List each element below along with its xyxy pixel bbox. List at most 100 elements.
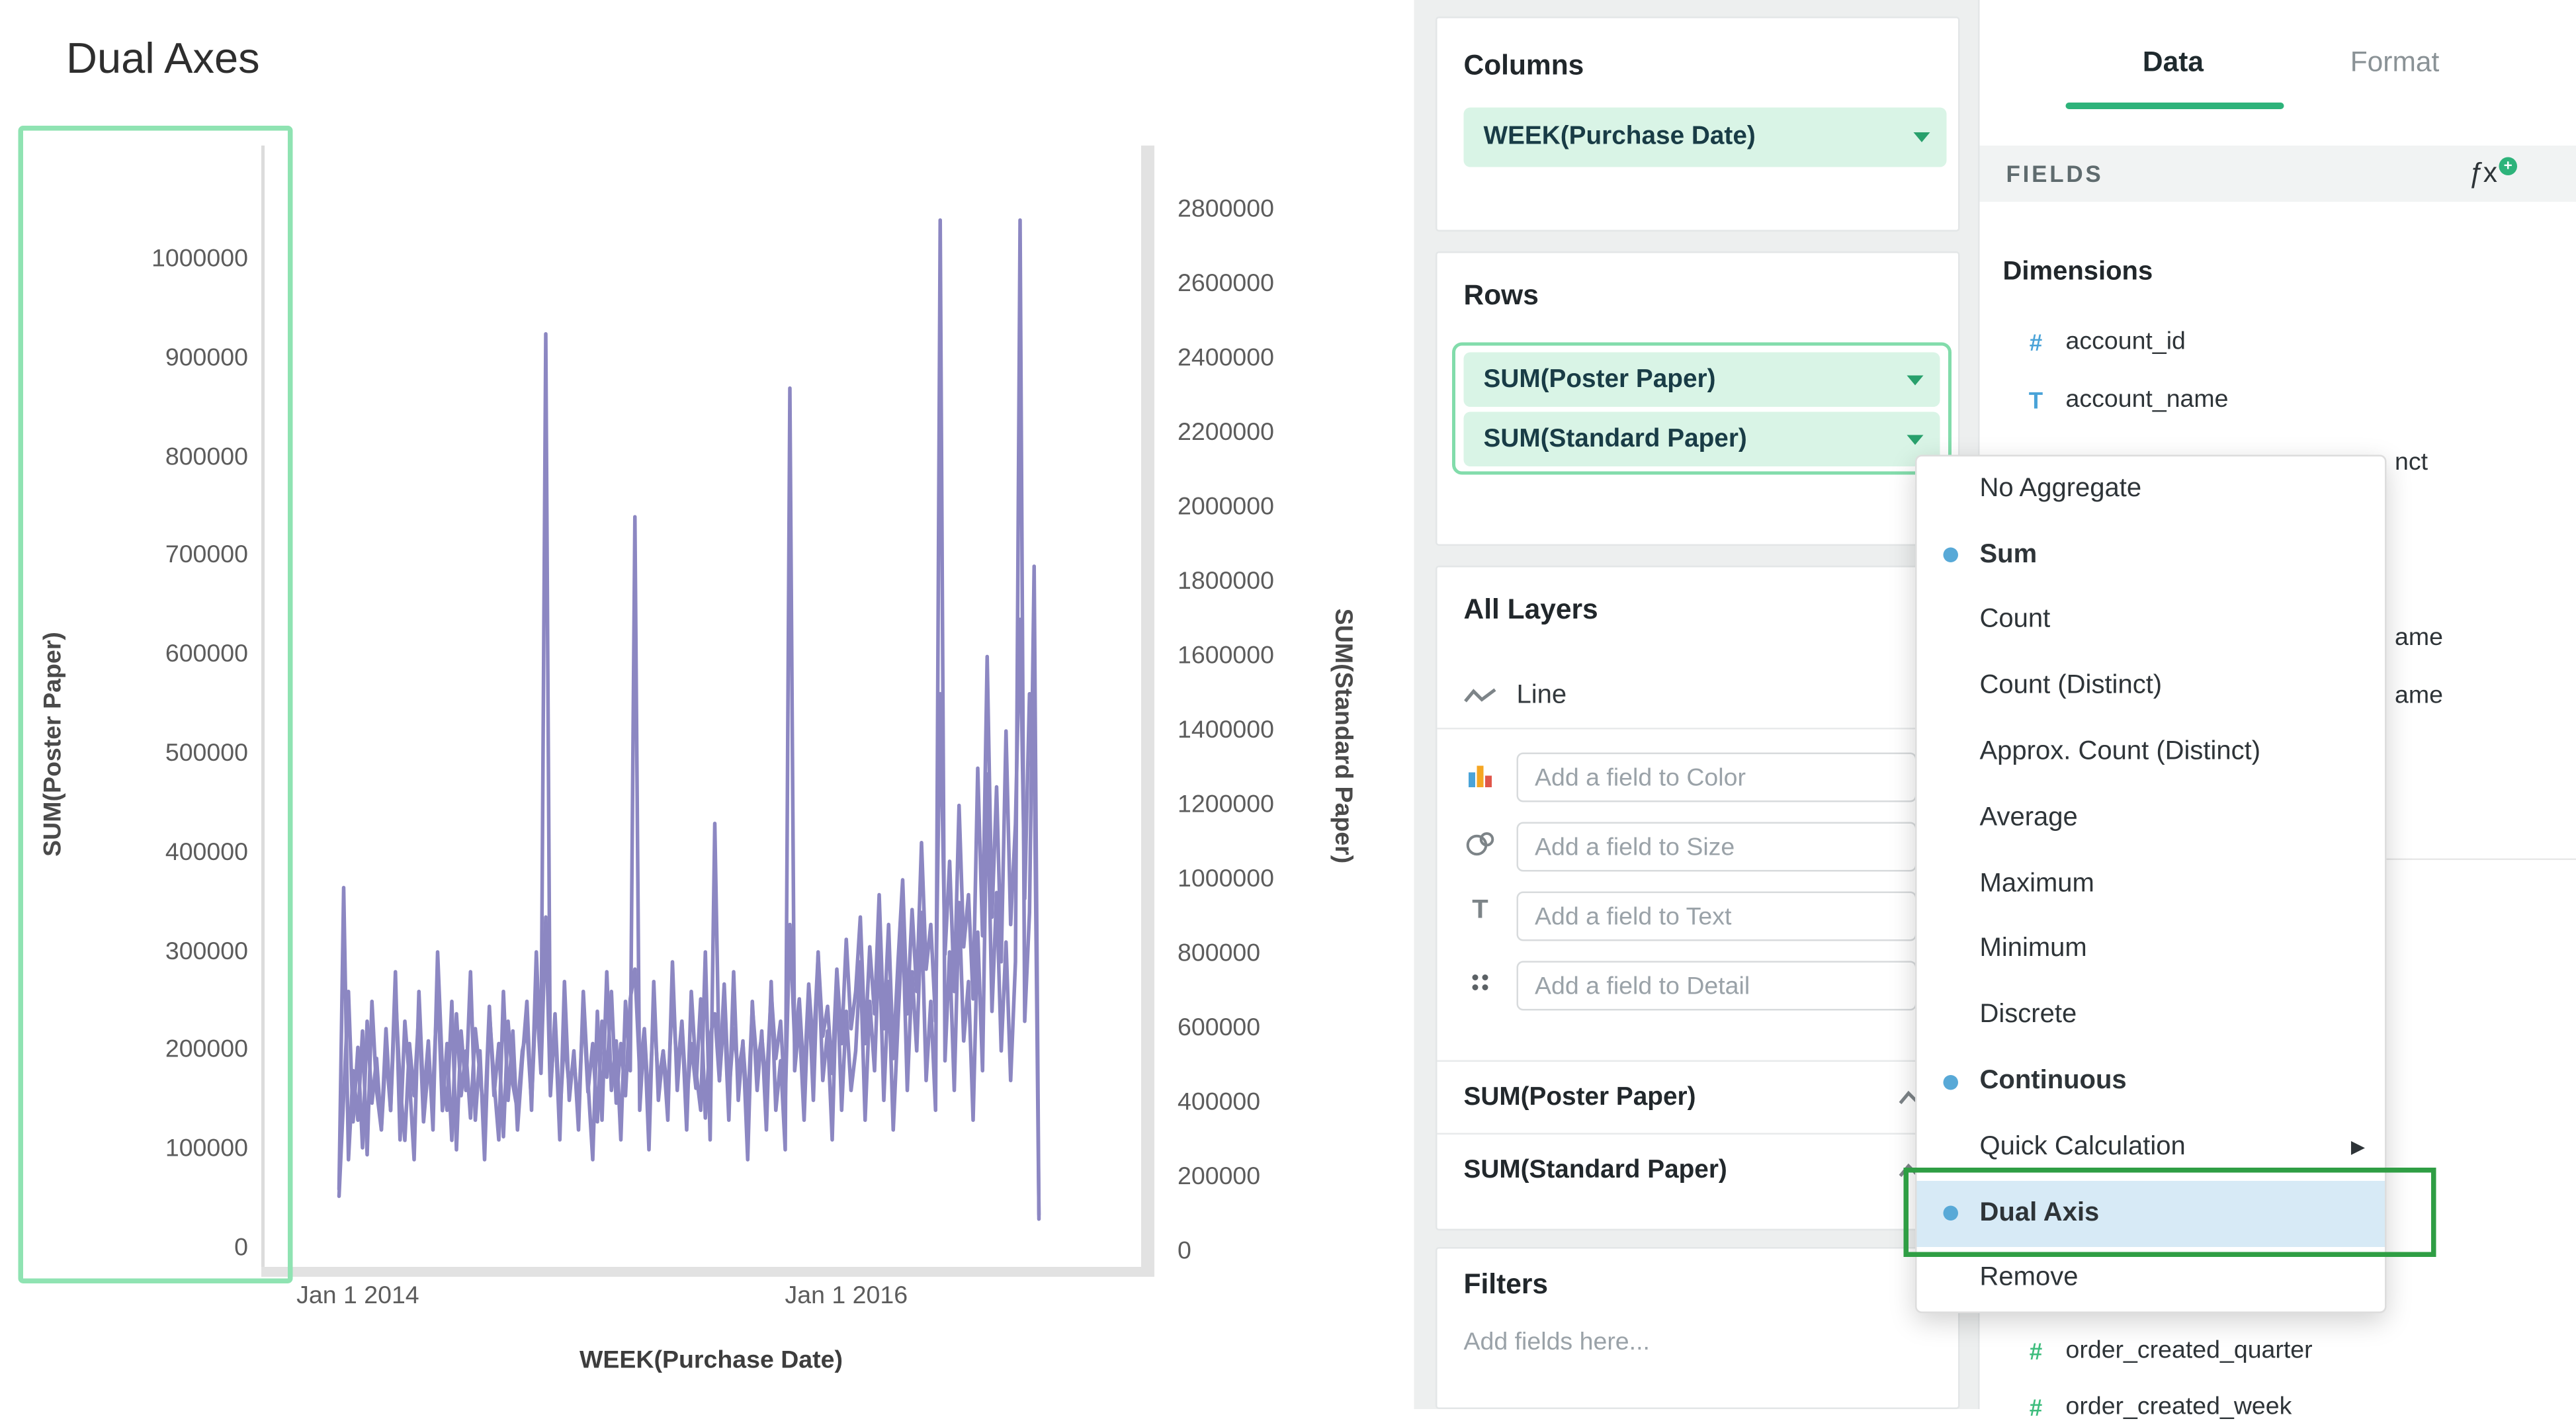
series-sum-standard-paper-	[339, 619, 1039, 1215]
menu-item-discrete[interactable]: Discrete	[1917, 983, 2385, 1049]
detail-field-target[interactable]: Add a field to Detail	[1517, 961, 1917, 1011]
chart-canvas: Dual Axes 0 100000 200000 300000 400000 50000…	[0, 0, 1414, 1409]
left-axis-title: SUM(Poster Paper)	[39, 632, 67, 857]
filters-header: Filters	[1464, 1269, 1549, 1302]
tab-format[interactable]: Format	[2312, 46, 2477, 79]
y-tick-label: 1800000	[1178, 568, 1274, 596]
y-tick-label: 800000	[1178, 939, 1260, 968]
menu-item-average[interactable]: Average	[1917, 785, 2385, 851]
y-tick-label: 1000000	[91, 245, 249, 273]
columns-pill-week-purchase-date[interactable]: WEEK(Purchase Date)	[1464, 108, 1947, 167]
menu-item-sum[interactable]: Sum	[1917, 522, 2385, 587]
y-tick-label: 400000	[91, 838, 249, 867]
y-tick-label: 2400000	[1178, 344, 1274, 372]
menu-item-no-aggregate[interactable]: No Aggregate	[1917, 456, 2385, 522]
columns-shelf: Columns WEEK(Purchase Date)	[1436, 17, 1960, 232]
fields-header: FIELDS	[2006, 161, 2104, 187]
x-tick-label: Jan 1 2016	[747, 1282, 945, 1311]
x-axis-title: WEEK(Purchase Date)	[463, 1346, 959, 1375]
y-tick-label: 2800000	[1178, 195, 1274, 224]
y-tick-label: 0	[91, 1234, 249, 1262]
rows-pill-sum-standard-paper[interactable]: SUM(Standard Paper)	[1464, 412, 1940, 467]
y-tick-label: 200000	[91, 1036, 249, 1064]
size-field-target[interactable]: Add a field to Size	[1517, 822, 1917, 872]
menu-item-count[interactable]: Count	[1917, 588, 2385, 654]
rows-pill-sum-poster-paper[interactable]: SUM(Poster Paper)	[1464, 353, 1940, 408]
measure-label: SUM(Poster Paper)	[1464, 1082, 1696, 1112]
layer-measure-standard-paper[interactable]: SUM(Standard Paper)	[1438, 1133, 1959, 1206]
columns-header: Columns	[1464, 50, 1584, 83]
submenu-arrow-icon: ▶	[2351, 1137, 2365, 1158]
x-tick-label: Jan 1 2014	[259, 1282, 457, 1311]
menu-item-approx-count-distinct[interactable]: Approx. Count (Distinct)	[1917, 720, 2385, 785]
y-tick-label: 1600000	[1178, 642, 1274, 670]
chart-type-selector[interactable]: Line	[1438, 664, 1959, 730]
y-tick-label: 2200000	[1178, 419, 1274, 447]
y-tick-label: 2000000	[1178, 493, 1274, 521]
y-tick-label: 2600000	[1178, 270, 1274, 298]
y-tick-label: 300000	[91, 937, 249, 965]
right-axis-title: SUM(Standard Paper)	[1329, 609, 1357, 864]
menu-item-remove[interactable]: Remove	[1917, 1246, 2385, 1312]
y-tick-label: 1400000	[1178, 716, 1274, 745]
aggregation-context-menu: No Aggregate Sum Count Count (Distinct) …	[1915, 455, 2387, 1314]
chevron-down-icon[interactable]	[1907, 374, 1924, 384]
y-tick-label: 400000	[1178, 1088, 1260, 1117]
y-tick-label: 800000	[91, 443, 249, 471]
menu-item-maximum[interactable]: Maximum	[1917, 851, 2385, 917]
dimension-account-id[interactable]: # account_id	[2023, 327, 2186, 356]
menu-item-continuous[interactable]: Continuous	[1917, 1049, 2385, 1114]
app-window: Dual Axes 0 100000 200000 300000 400000 50000…	[0, 0, 2576, 1409]
all-layers-header: All Layers	[1464, 594, 1598, 627]
dimension-order-created-week[interactable]: # order_created_week	[2023, 1393, 2292, 1421]
field-label: account_name	[2066, 386, 2229, 414]
add-calculated-field-button[interactable]: ƒx+	[2468, 157, 2517, 191]
field-label: order_created_week	[2066, 1393, 2292, 1421]
chart-title: Dual Axes	[66, 33, 260, 85]
chevron-down-icon[interactable]	[1914, 132, 1930, 142]
number-icon: #	[2023, 1393, 2049, 1420]
number-icon: #	[2023, 328, 2049, 355]
menu-item-label: Quick Calculation	[1980, 1133, 2186, 1162]
y-tick-label: 0	[1178, 1237, 1191, 1266]
fields-bar: FIELDS ƒx+	[1980, 146, 2576, 202]
menu-item-dual-axis[interactable]: Dual Axis	[1917, 1180, 2385, 1246]
menu-item-count-distinct[interactable]: Count (Distinct)	[1917, 654, 2385, 719]
rows-shelf: Rows SUM(Poster Paper) SUM(Standard Pape…	[1436, 251, 1960, 546]
tab-data[interactable]: Data	[2090, 46, 2256, 79]
y-tick-label: 900000	[91, 343, 249, 372]
color-field-target[interactable]: Add a field to Color	[1517, 753, 1917, 802]
size-circles-icon	[1464, 830, 1497, 865]
filters-drop-target[interactable]: Add fields here...	[1464, 1328, 1650, 1357]
filters-panel: Filters Add fields here...	[1436, 1247, 1960, 1409]
measure-label: SUM(Standard Paper)	[1464, 1155, 1727, 1185]
chart-type-label: Line	[1517, 681, 1567, 710]
y-tick-label: 700000	[91, 541, 249, 570]
y-tick-label: 600000	[1178, 1014, 1260, 1043]
text-field-target[interactable]: Add a field to Text	[1517, 892, 1917, 941]
field-label: account_id	[2066, 327, 2186, 356]
dimension-order-created-quarter[interactable]: # order_created_quarter	[2023, 1336, 2313, 1365]
y-tick-label: 1200000	[1178, 791, 1274, 819]
y-tick-label: 100000	[91, 1135, 249, 1163]
dimensions-header: Dimensions	[2003, 258, 2153, 288]
y-tick-label: 200000	[1178, 1163, 1260, 1191]
menu-item-quick-calculation[interactable]: Quick Calculation ▶	[1917, 1115, 2385, 1180]
occluded-field-fragment: ame	[2395, 681, 2443, 710]
y-tick-label: 600000	[91, 640, 249, 669]
detail-dots-icon	[1464, 971, 1497, 1003]
pill-label: SUM(Poster Paper)	[1484, 365, 1716, 394]
menu-item-minimum[interactable]: Minimum	[1917, 917, 2385, 982]
pill-label: SUM(Standard Paper)	[1484, 424, 1747, 454]
chevron-down-icon[interactable]	[1907, 434, 1924, 444]
y-tick-label: 1000000	[1178, 865, 1274, 894]
occluded-field-fragment: nct	[2395, 449, 2428, 477]
y-tick-label: 500000	[91, 740, 249, 768]
dimension-account-name[interactable]: T account_name	[2023, 386, 2229, 414]
dual-axis-line-chart	[265, 146, 1158, 1270]
layer-measure-poster-paper[interactable]: SUM(Poster Paper)	[1438, 1060, 1959, 1133]
color-bars-icon	[1464, 763, 1497, 798]
active-tab-indicator	[2066, 103, 2284, 109]
all-layers-panel: All Layers Line Add a field to Color Add…	[1436, 566, 1960, 1230]
field-label: order_created_quarter	[2066, 1336, 2313, 1365]
